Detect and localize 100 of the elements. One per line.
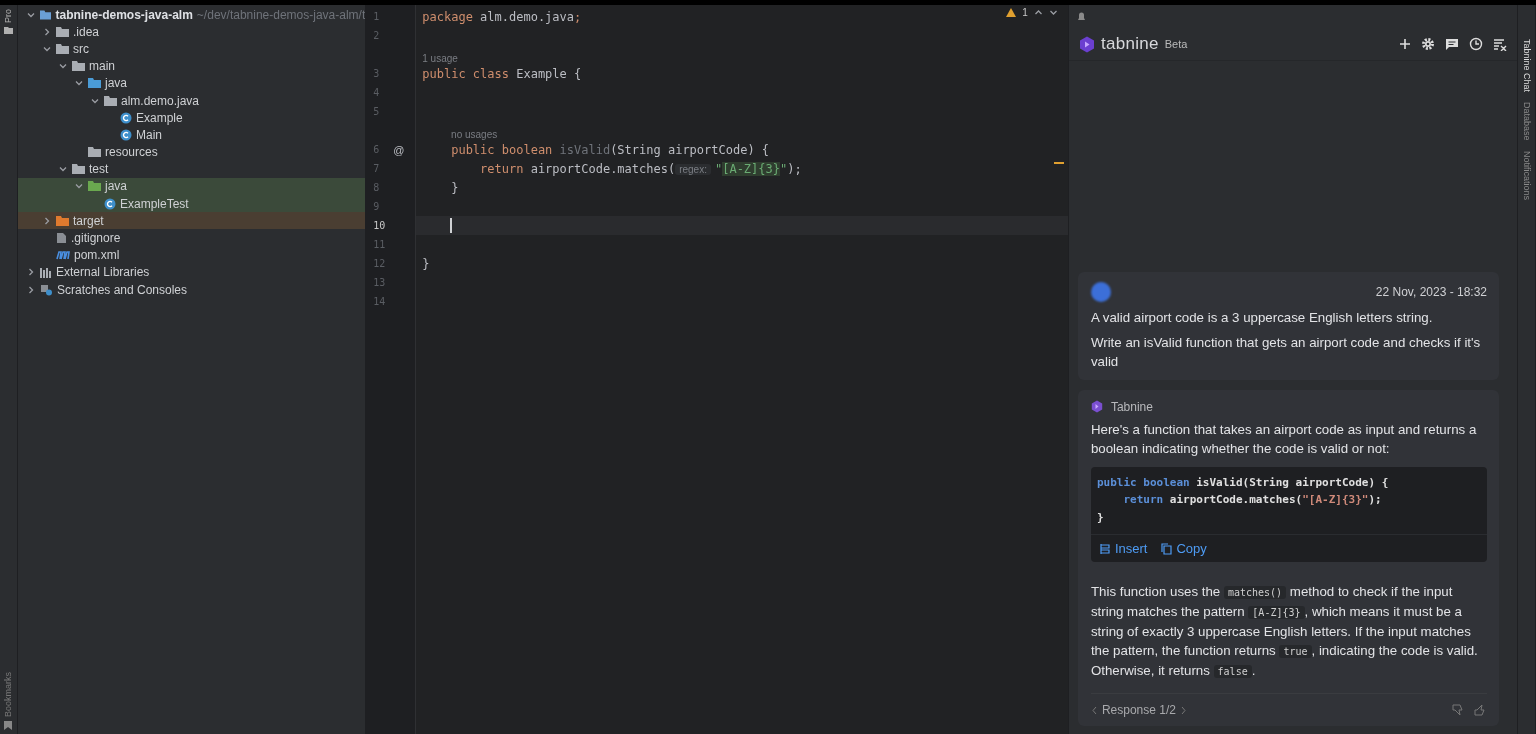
tool-window-label[interactable]: Tabnine Chat xyxy=(1521,39,1532,93)
class-icon xyxy=(103,197,116,210)
folder-icon xyxy=(87,147,101,158)
tree-label: resources xyxy=(104,145,158,160)
tree-label: java xyxy=(104,76,127,91)
hexagon-logo-icon xyxy=(1090,400,1103,413)
line-number: 1 xyxy=(373,11,380,22)
chevron-left-icon[interactable] xyxy=(1090,705,1098,715)
tool-window-label[interactable]: Pro xyxy=(3,9,14,23)
tree-label: test xyxy=(88,162,109,177)
tree-label: alm.demo.java xyxy=(120,93,199,108)
warning-icon[interactable] xyxy=(1006,8,1017,17)
usage-hint[interactable]: 1 usage xyxy=(416,45,1068,64)
tool-window-label[interactable]: Notifications xyxy=(1521,150,1532,200)
author-name: Tabnine xyxy=(1110,399,1153,414)
tree-label: Main xyxy=(135,127,162,142)
library-icon xyxy=(39,266,52,278)
code-line: package alm.demo.java; xyxy=(422,9,582,24)
scratches-icon xyxy=(39,283,53,296)
bookmark-icon[interactable] xyxy=(4,721,13,730)
code-line: return airportCode.matches( regex: "[A-Z]{3}"); xyxy=(479,161,802,176)
line-number: 12 xyxy=(373,258,386,269)
chat-icon[interactable] xyxy=(1445,37,1460,51)
line-number: 9 xyxy=(373,201,380,212)
folder-icon xyxy=(87,78,101,89)
text-caret xyxy=(450,218,452,233)
line-number: 14 xyxy=(373,296,386,307)
tree-label: .gitignore xyxy=(70,231,121,246)
folder-icon xyxy=(87,181,101,192)
code-line: } xyxy=(450,180,459,195)
gutter-marker[interactable]: @ xyxy=(393,143,405,156)
folder-icon xyxy=(55,215,69,226)
insert-button[interactable]: Insert xyxy=(1098,541,1148,556)
insert-icon xyxy=(1098,542,1111,555)
highlighted-tree-row[interactable]: target xyxy=(17,212,366,230)
folder-icon xyxy=(55,43,69,54)
folder-icon[interactable] xyxy=(4,27,13,34)
message-text: Write an isValid function that gets an airport code and checks if it's valid xyxy=(1090,333,1482,371)
line-number: 5 xyxy=(373,106,380,117)
tree-label: .idea xyxy=(72,24,99,39)
message-text: Here's a function that takes an airport code as input and returns a boolean indicating whether the code is valid or not: xyxy=(1090,420,1478,458)
class-icon xyxy=(119,128,132,141)
copy-button[interactable]: Copy xyxy=(1161,541,1207,556)
line-number: 11 xyxy=(373,239,386,250)
warning-count[interactable]: 1 xyxy=(1022,7,1028,18)
file-icon xyxy=(55,232,67,245)
line-number: 7 xyxy=(373,163,380,174)
thumbs-up-icon[interactable] xyxy=(1473,703,1488,717)
bell-icon[interactable] xyxy=(1076,11,1086,22)
tree-label: target xyxy=(72,213,104,228)
code-line: public class Example { xyxy=(422,66,582,81)
project-path: ~/dev/tabnine-demos-java-alm/t xyxy=(196,7,366,22)
code-line: } xyxy=(422,256,430,271)
message-text: This function uses the matches() method to check if the input string matches the pattern [A-Z]{3} , which means it must be a string of exactly 3 uppercase English letters. If the input matches the pattern, the function returns true , indicating the code is valid. Otherwise, it returns false . xyxy=(1090,583,1479,680)
line-number: 8 xyxy=(373,182,380,193)
product-logo: tabnine xyxy=(1100,34,1159,54)
message-text: A valid airport code is a 3 uppercase English letters string. xyxy=(1090,308,1434,327)
code-snippet: public boolean isValid(String airportCode) { return airportCode.matches("[A-Z]{3}"); } xyxy=(1095,474,1390,526)
tree-label: pom.xml xyxy=(73,248,120,263)
line-number: 10 xyxy=(373,220,386,231)
line-number: 4 xyxy=(373,87,380,98)
tree-label: Scratches and Consoles xyxy=(56,282,188,297)
response-pager: Response 1/2 xyxy=(1101,703,1176,717)
chevron-up-icon[interactable] xyxy=(1033,8,1043,17)
line-number: 6 xyxy=(373,144,380,155)
settings-icon[interactable] xyxy=(1421,37,1436,51)
folder-icon xyxy=(71,164,85,175)
folder-icon xyxy=(71,61,85,72)
highlighted-tree-row[interactable]: ExampleTest xyxy=(17,195,366,213)
avatar-circle xyxy=(1090,281,1111,302)
warning-stripe[interactable] xyxy=(1053,162,1064,164)
usage-hint[interactable]: no usages xyxy=(416,121,1068,140)
clear-icon[interactable] xyxy=(1493,37,1508,51)
line-number: 3 xyxy=(373,68,380,79)
tree-label: External Libraries xyxy=(55,265,150,280)
hexagon-logo-icon xyxy=(1078,35,1095,53)
message-time: 22 Nov, 2023 - 18:32 xyxy=(1375,284,1488,299)
tree-label: src xyxy=(72,41,89,56)
thumbs-down-icon[interactable] xyxy=(1451,703,1466,717)
folder-icon xyxy=(55,26,69,37)
plus-icon[interactable] xyxy=(1399,38,1412,50)
folder-icon xyxy=(103,95,117,106)
tree-label: Example xyxy=(135,110,183,125)
tree-label: ExampleTest xyxy=(119,196,189,211)
highlighted-tree-row[interactable]: java xyxy=(17,177,366,196)
project-name: tabnine-demos-java-alm xyxy=(55,7,193,22)
class-icon xyxy=(119,111,132,124)
tree-label: java xyxy=(104,179,127,194)
beta-label: Beta xyxy=(1164,38,1188,50)
code-line: public boolean isValid(String airportCode) { xyxy=(450,142,770,157)
chevron-right-icon[interactable] xyxy=(1179,705,1187,715)
tree-label: main xyxy=(88,59,115,74)
line-number: 2 xyxy=(373,30,380,41)
maven-icon xyxy=(55,250,70,261)
copy-icon xyxy=(1161,542,1173,555)
folder-icon xyxy=(39,9,52,20)
line-number: 13 xyxy=(373,277,386,288)
history-icon[interactable] xyxy=(1469,37,1484,51)
chevron-down-icon[interactable] xyxy=(1048,8,1058,17)
tool-window-label[interactable]: Database xyxy=(1521,102,1532,141)
